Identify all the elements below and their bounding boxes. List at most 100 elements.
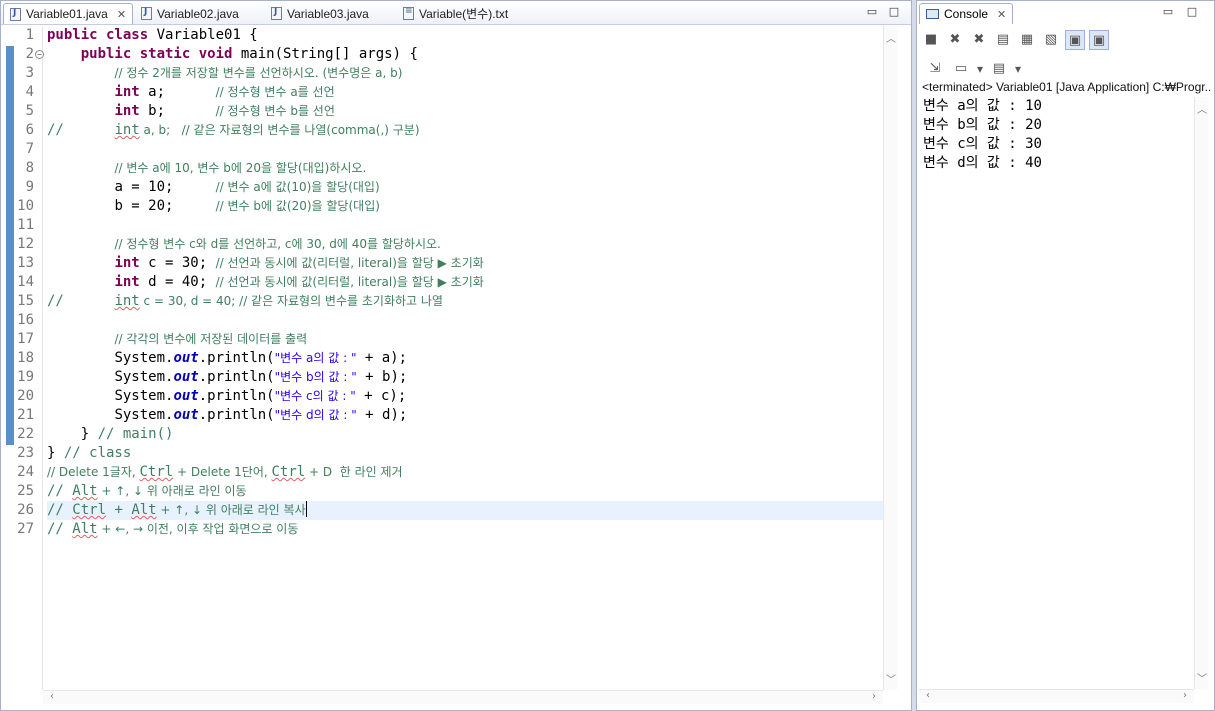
maximize-icon[interactable]: □	[1185, 5, 1199, 19]
line-number: 27	[17, 521, 34, 537]
line-number: 4	[25, 84, 34, 100]
clear-console-icon[interactable]: ▤	[993, 30, 1013, 50]
editor-vertical-scrollbar[interactable]: ︿ ﹀	[883, 26, 897, 690]
line-number-gutter: 1 2− 3 4 5 6 7 8 9 10 11 12 13 14 15 16 …	[17, 26, 44, 690]
output-line: 변수 a의 값 : 10	[923, 98, 1042, 114]
change-marker-bar	[6, 46, 14, 445]
code-area[interactable]: 1 2− 3 4 5 6 7 8 9 10 11 12 13 14 15 16 …	[1, 26, 883, 690]
chevron-up-icon[interactable]: ︿	[1195, 101, 1209, 116]
maximize-icon[interactable]: □	[887, 5, 901, 19]
tab-console[interactable]: Console ✕	[919, 3, 1014, 24]
code-line: a = 10; // 변수 a에 값(10)을 할당(대입)	[114, 179, 380, 195]
console-vertical-scrollbar[interactable]: ︿ ﹀	[1194, 97, 1208, 689]
code-line: // int a, b; // 같은 자료형의 변수를 나열(comma(,) …	[47, 122, 420, 138]
show-console-on-output-icon[interactable]: ▣	[1065, 30, 1085, 50]
chevron-left-icon[interactable]: ‹	[45, 691, 59, 702]
chevron-up-icon[interactable]: ︿	[884, 30, 898, 45]
terminate-icon[interactable]: ■	[921, 30, 941, 50]
editor-tab-bar: Variable01.java ✕ Variable02.java Variab…	[1, 1, 911, 25]
console-icon	[926, 9, 939, 19]
line-number: 20	[17, 388, 34, 404]
line-number: 11	[17, 217, 34, 233]
line-number: 18	[17, 350, 34, 366]
current-code-line: // Ctrl + Alt + ↑, ↓ 위 아래로 라인 복사	[47, 501, 883, 520]
chevron-right-icon[interactable]: ›	[1178, 690, 1192, 701]
tab-label: Variable03.java	[287, 6, 369, 21]
code-line: b = 20; // 변수 b에 값(20)을 할당(대입)	[114, 198, 380, 214]
code-line: // Alt + ↑, ↓ 위 아래로 라인 이동	[47, 483, 247, 499]
output-line: 변수 b의 값 : 20	[923, 117, 1042, 133]
editor-horizontal-scrollbar[interactable]: ‹ ›	[43, 690, 883, 704]
line-number: 17	[17, 331, 34, 347]
code-line: System.out.println("변수 d의 값 : " + d);	[114, 407, 408, 423]
tab-label: Variable02.java	[157, 6, 239, 21]
code-text[interactable]: public class Variable01 { public static …	[47, 26, 883, 539]
tab-variable01[interactable]: Variable01.java ✕	[3, 3, 134, 24]
open-console-icon[interactable]: ▤	[989, 59, 1009, 79]
console-output[interactable]: 변수 a의 값 : 10 변수 b의 값 : 20 변수 c의 값 : 30 변…	[923, 97, 1042, 173]
display-selected-console-icon[interactable]: ▭	[951, 59, 971, 79]
close-icon[interactable]: ✕	[997, 8, 1006, 21]
chevron-down-icon[interactable]: ▾	[977, 62, 983, 76]
line-number: 5	[25, 103, 34, 119]
line-number: 22	[17, 426, 34, 442]
code-line: // Alt + ←, → 이전, 이후 작업 화면으로 이동	[47, 521, 299, 537]
line-number: 9	[25, 179, 34, 195]
code-line: System.out.println("변수 c의 값 : " + c);	[114, 388, 407, 404]
minimize-icon[interactable]: ▭	[865, 5, 879, 19]
line-number: 6	[25, 122, 34, 138]
code-line: } // class	[47, 445, 132, 461]
line-number: 8	[25, 160, 34, 176]
tab-variable03[interactable]: Variable03.java	[265, 3, 375, 24]
code-line: public class Variable01 {	[47, 27, 258, 43]
code-line: System.out.println("변수 b의 값 : " + b);	[114, 369, 408, 385]
line-number: 2−	[17, 45, 44, 64]
code-line: // 정수 2개를 저장할 변수를 선언하시오. (변수명은 a, b)	[114, 66, 403, 80]
code-line: // 변수 a에 10, 변수 b에 20을 할당(대입)하시오.	[114, 161, 367, 175]
pin-console-icon[interactable]: ⇲	[925, 59, 945, 79]
scroll-lock-icon[interactable]: ▦	[1017, 30, 1037, 50]
line-number: 14	[17, 274, 34, 290]
chevron-right-icon[interactable]: ›	[867, 691, 881, 702]
chevron-down-icon[interactable]: ﹀	[1195, 670, 1209, 685]
java-file-icon	[141, 7, 152, 20]
line-number: 15	[17, 293, 34, 309]
text-file-icon	[403, 6, 414, 20]
fold-collapse-icon[interactable]: −	[35, 50, 44, 59]
chevron-down-icon[interactable]: ▾	[1015, 62, 1021, 76]
console-panel: Console ✕ ▭ □ ■ ✖ ✖ ▤ ▦ ▧ ▣ ▣ ⇲ ▭ ▾ ▤ ▾ …	[916, 0, 1215, 711]
code-line: // int c = 30, d = 40; // 같은 자료형의 변수를 초기…	[47, 293, 443, 309]
tab-variable-txt[interactable]: Variable(변수).txt	[397, 3, 514, 24]
code-line: // 각각의 변수에 저장된 데이터를 출력	[114, 332, 308, 346]
remove-launch-icon[interactable]: ✖	[945, 30, 965, 50]
overview-ruler	[1, 26, 17, 690]
minimize-icon[interactable]: ▭	[1161, 5, 1175, 19]
close-icon[interactable]: ✕	[117, 8, 126, 21]
code-line: int b; // 정수형 변수 b를 선언	[114, 103, 335, 119]
code-line: } // main()	[80, 426, 174, 442]
code-line: System.out.println("변수 a의 값 : " + a);	[114, 350, 408, 366]
show-console-on-error-icon[interactable]: ▣	[1089, 30, 1109, 50]
line-number: 24	[17, 464, 34, 480]
java-file-icon	[10, 7, 21, 21]
output-line: 변수 c의 값 : 30	[923, 136, 1042, 152]
code-line: int c = 30; // 선언과 동시에 값(리터럴, literal)을 …	[114, 255, 484, 271]
line-number: 16	[17, 312, 34, 328]
output-line: 변수 d의 값 : 40	[923, 155, 1042, 171]
line-number: 23	[17, 445, 34, 461]
chevron-left-icon[interactable]: ‹	[921, 690, 935, 701]
chevron-down-icon[interactable]: ﹀	[884, 671, 898, 686]
remove-all-terminated-icon[interactable]: ✖	[969, 30, 989, 50]
code-line: // Delete 1글자, Ctrl + Delete 1단어, Ctrl +…	[47, 464, 403, 480]
code-line: // 정수형 변수 c와 d를 선언하고, c에 30, d에 40를 할당하시…	[114, 237, 441, 251]
console-horizontal-scrollbar[interactable]: ‹ ›	[919, 689, 1194, 703]
line-number: 13	[17, 255, 34, 271]
line-number: 26	[17, 502, 34, 518]
line-number: 3	[25, 65, 34, 81]
tab-variable02[interactable]: Variable02.java	[135, 3, 245, 24]
console-toolbar: ■ ✖ ✖ ▤ ▦ ▧ ▣ ▣	[921, 29, 1109, 51]
java-file-icon	[271, 7, 282, 20]
word-wrap-icon[interactable]: ▧	[1041, 30, 1061, 50]
